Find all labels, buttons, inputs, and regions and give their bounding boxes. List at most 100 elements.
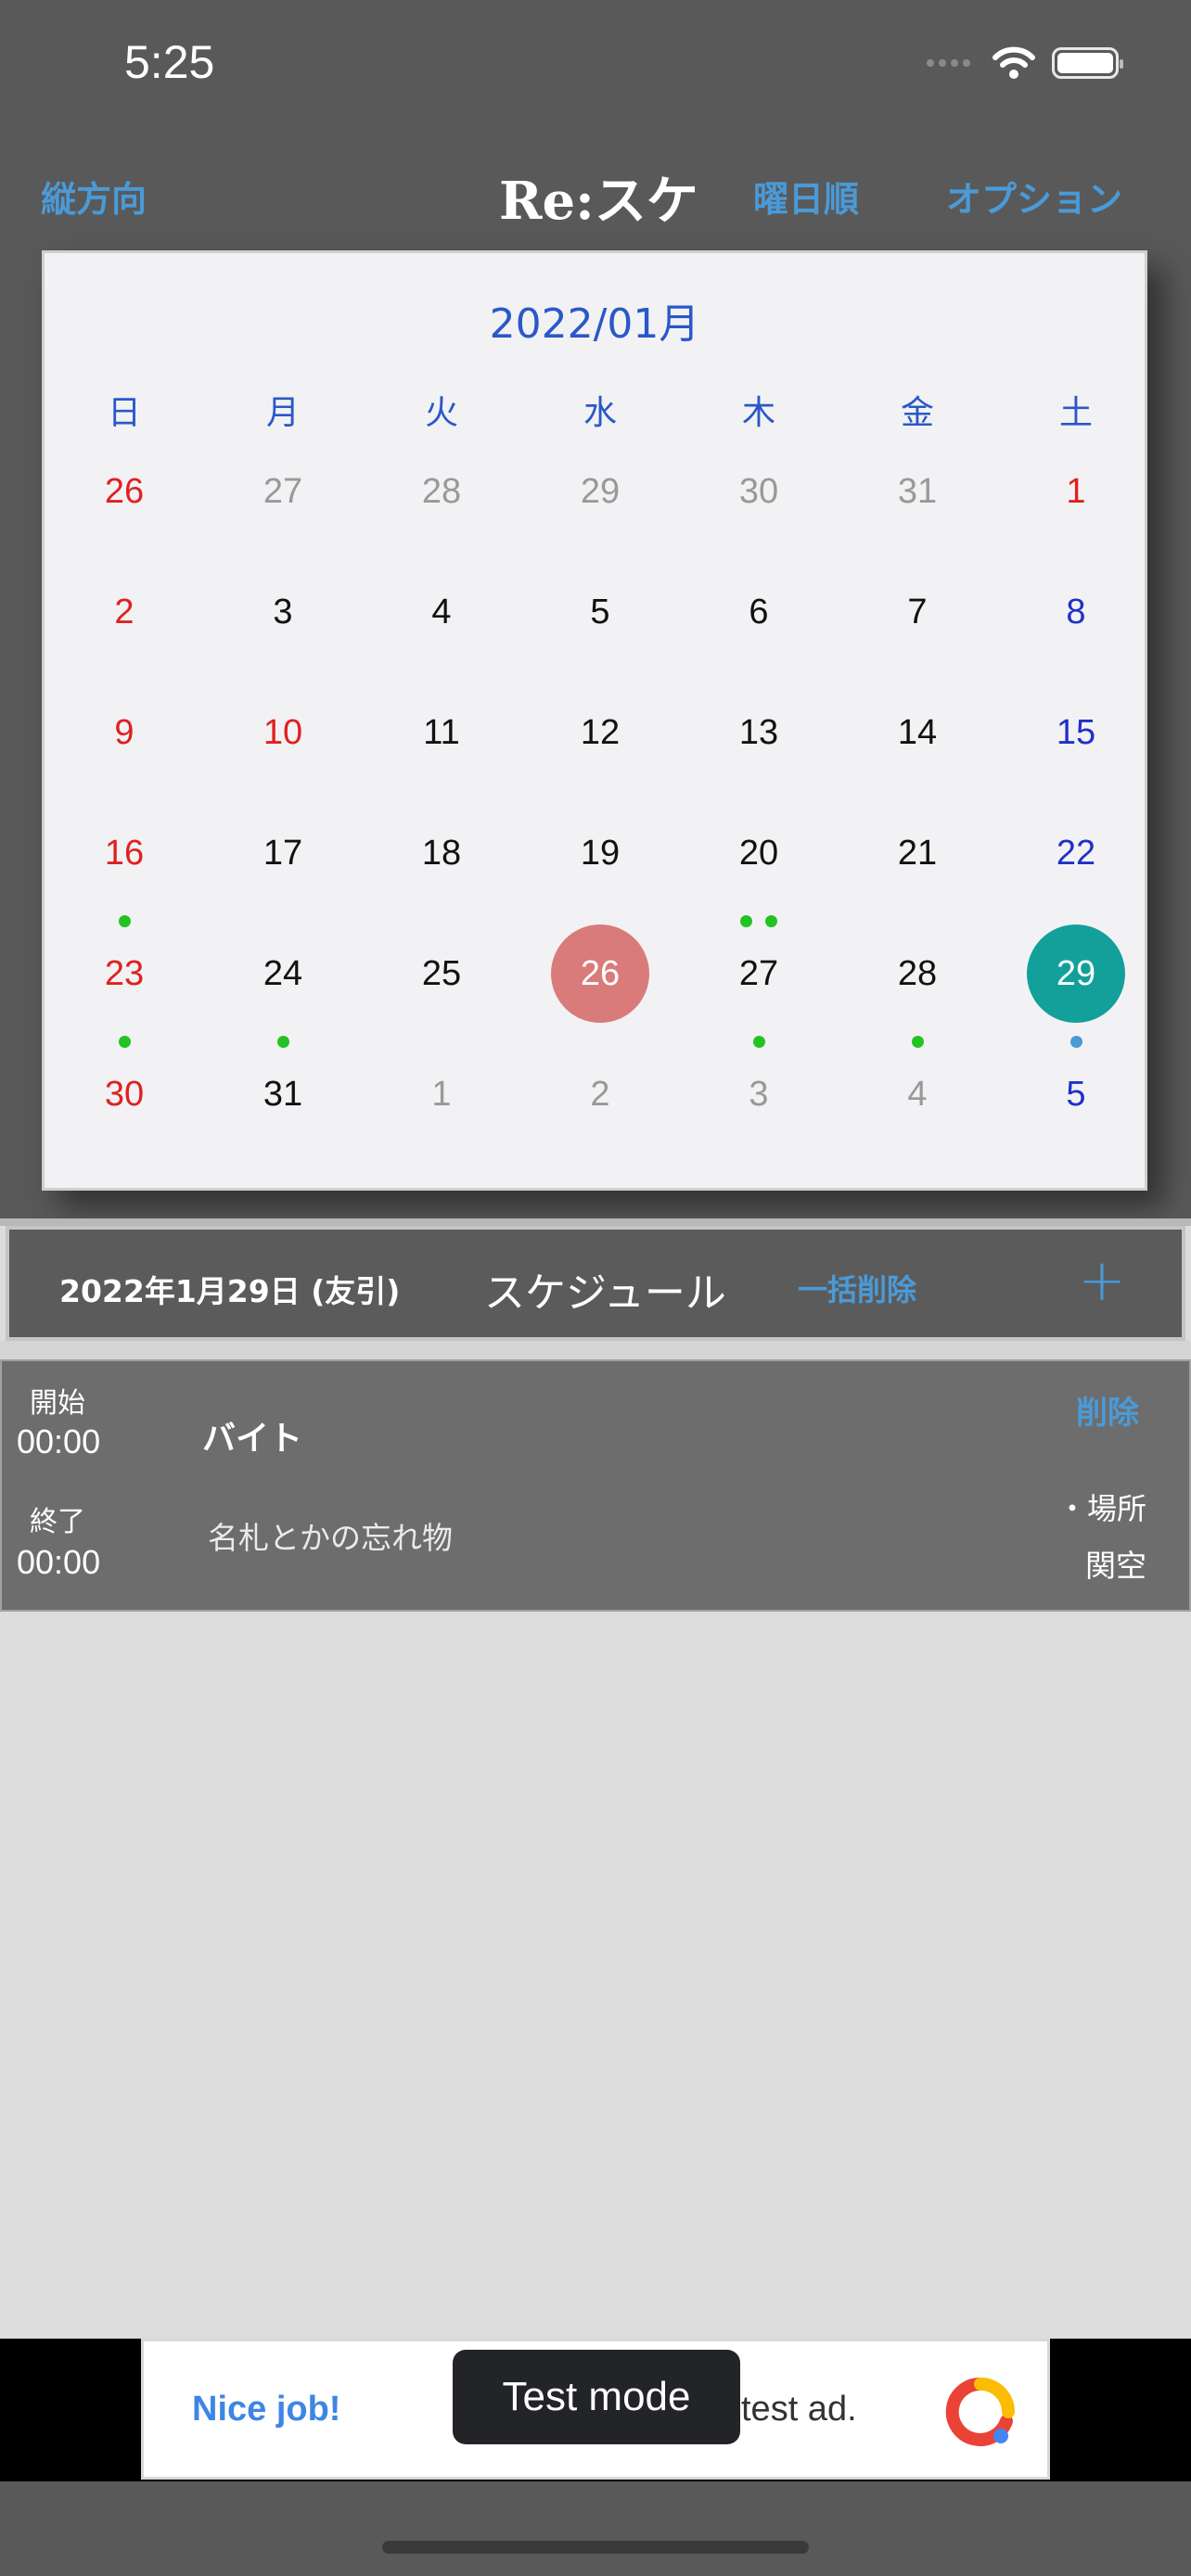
event-indicator <box>204 1017 362 1048</box>
calendar-day[interactable]: 23 <box>45 925 203 1048</box>
event-indicator <box>997 1017 1155 1048</box>
day-number: 11 <box>423 713 460 752</box>
day-number: 31 <box>897 472 938 511</box>
calendar-day[interactable]: 4 <box>363 563 520 661</box>
cellular-signal-icon <box>927 59 970 67</box>
calendar-day[interactable]: 27 <box>680 925 838 1048</box>
day-number: 26 <box>551 925 649 1023</box>
calendar-day[interactable]: 8 <box>997 563 1155 661</box>
event-indicator <box>839 1017 996 1048</box>
event-indicator <box>680 1017 838 1048</box>
calendar-day[interactable]: 30 <box>680 442 838 541</box>
test-mode-toast: Test mode <box>453 2350 740 2444</box>
day-number: 10 <box>263 713 303 752</box>
calendar-day[interactable]: 3 <box>680 1045 838 1143</box>
weekday-order-button[interactable]: 曜日順 <box>753 171 859 222</box>
calendar-day[interactable]: 18 <box>363 804 520 902</box>
app-title: Re:スケ <box>499 171 698 232</box>
calendar-day[interactable]: 28 <box>839 925 996 1048</box>
calendar-day[interactable]: 15 <box>997 683 1155 782</box>
calendar-day[interactable]: 25 <box>363 925 520 1023</box>
calendar-day[interactable]: 27 <box>204 442 362 541</box>
weekday-label: 土 <box>1058 394 1093 432</box>
divider <box>0 1218 1191 1226</box>
calendar-day[interactable]: 14 <box>839 683 996 782</box>
calendar-day[interactable]: 9 <box>45 683 203 782</box>
day-number: 1 <box>1066 472 1086 511</box>
day-number: 8 <box>1066 593 1086 631</box>
delete-button[interactable]: 削除 <box>1076 1387 1139 1433</box>
event-indicator <box>45 1017 203 1048</box>
day-number: 20 <box>738 834 779 873</box>
calendar-day[interactable]: 31 <box>204 1045 362 1143</box>
add-schedule-button[interactable]: + <box>1078 1246 1126 1314</box>
calendar-day-today[interactable]: 26 <box>521 925 679 1023</box>
calendar-day[interactable]: 1 <box>997 442 1155 541</box>
day-number: 15 <box>1056 713 1096 752</box>
schedule-item[interactable]: 開始 00:00 終了 00:00 バイト 名札とかの忘れ物 削除 ・場所 関空 <box>0 1359 1191 1612</box>
day-number: 3 <box>273 593 293 631</box>
calendar-day[interactable]: 1 <box>363 1045 520 1143</box>
calendar-day[interactable]: 12 <box>521 683 679 782</box>
day-number: 29 <box>1027 925 1125 1023</box>
calendar-day[interactable]: 26 <box>45 442 203 541</box>
day-number: 22 <box>1056 834 1096 873</box>
calendar-day[interactable]: 24 <box>204 925 362 1048</box>
event-title: バイト <box>202 1420 303 1458</box>
calendar-day[interactable]: 2 <box>521 1045 679 1143</box>
day-number: 17 <box>263 834 303 873</box>
calendar-day[interactable]: 5 <box>997 1045 1155 1143</box>
calendar-day[interactable]: 19 <box>521 804 679 902</box>
calendar-day[interactable]: 21 <box>839 804 996 902</box>
calendar-day[interactable]: 28 <box>363 442 520 541</box>
day-number: 30 <box>104 1075 145 1114</box>
day-number: 31 <box>263 1075 303 1114</box>
day-number: 6 <box>749 593 769 631</box>
orientation-button[interactable]: 縦方向 <box>41 171 147 222</box>
day-number: 19 <box>580 834 621 873</box>
status-icons <box>927 46 1123 80</box>
bulk-delete-button[interactable]: 一括削除 <box>798 1267 916 1309</box>
calendar-day[interactable]: 7 <box>839 563 996 661</box>
calendar-day-selected[interactable]: 29 <box>997 925 1155 1048</box>
day-number: 14 <box>897 713 938 752</box>
start-label: 開始 <box>30 1387 85 1420</box>
bottom-background <box>0 2481 1191 2576</box>
day-number: 5 <box>1066 1075 1086 1114</box>
schedule-header: 2022年1月29日 (友引) スケジュール 一括削除 + <box>6 1226 1185 1341</box>
day-number: 26 <box>104 472 145 511</box>
weekday-label: 日 <box>107 394 141 432</box>
home-indicator[interactable] <box>382 2541 809 2554</box>
day-number: 9 <box>114 713 134 752</box>
calendar-day[interactable]: 6 <box>680 563 838 661</box>
day-number: 25 <box>421 954 462 993</box>
calendar-day[interactable]: 31 <box>839 442 996 541</box>
end-label: 終了 <box>30 1506 85 1538</box>
place-label: ・場所 <box>1057 1491 1146 1526</box>
calendar-day[interactable]: 30 <box>45 1045 203 1143</box>
day-number: 4 <box>431 593 452 631</box>
options-button[interactable]: オプション <box>946 171 1122 222</box>
calendar-day[interactable]: 11 <box>363 683 520 782</box>
wifi-icon <box>992 46 1035 80</box>
start-time: 00:00 <box>17 1422 101 1460</box>
calendar-day[interactable]: 13 <box>680 683 838 782</box>
calendar-month-label[interactable]: 2022/01月 <box>45 290 1145 350</box>
place-value: 関空 <box>1085 1548 1146 1584</box>
day-number: 12 <box>580 713 621 752</box>
calendar-day[interactable]: 20 <box>680 804 838 927</box>
calendar-day[interactable]: 4 <box>839 1045 996 1143</box>
calendar-day[interactable]: 5 <box>521 563 679 661</box>
calendar-day[interactable]: 3 <box>204 563 362 661</box>
calendar-day[interactable]: 16 <box>45 804 203 927</box>
day-number: 7 <box>907 593 928 631</box>
calendar-day[interactable]: 10 <box>204 683 362 782</box>
day-number: 13 <box>738 713 779 752</box>
day-number: 23 <box>104 954 145 993</box>
calendar-day[interactable]: 2 <box>45 563 203 661</box>
day-number: 27 <box>738 954 779 993</box>
calendar-day[interactable]: 17 <box>204 804 362 902</box>
battery-icon <box>1052 47 1123 79</box>
calendar-day[interactable]: 22 <box>997 804 1155 902</box>
calendar-day[interactable]: 29 <box>521 442 679 541</box>
